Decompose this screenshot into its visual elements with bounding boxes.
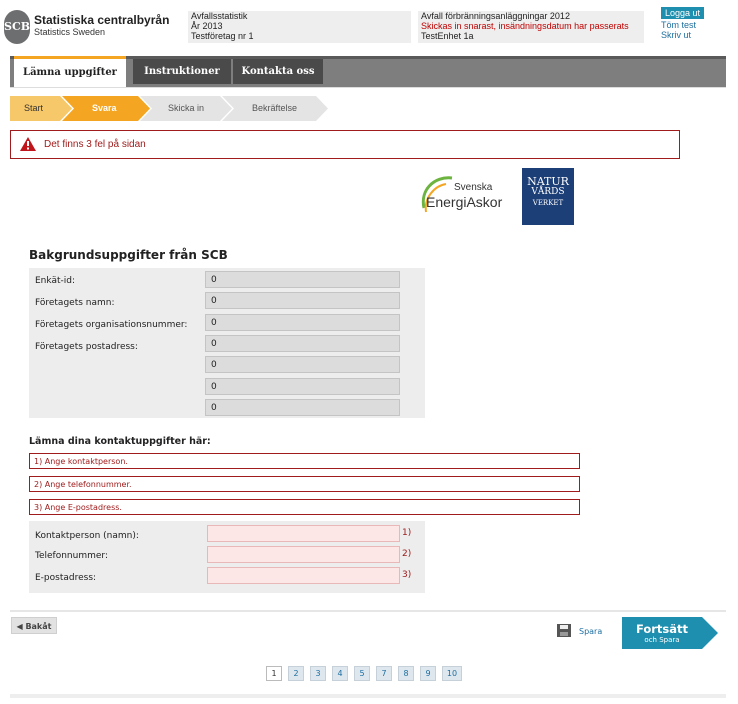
contact-error-3: 3) Ange E-postadress. [29,499,580,515]
page-3[interactable]: 3 [310,666,326,681]
org-number-field: 0 [205,314,400,331]
save-link[interactable]: Spara [579,627,602,636]
energiaskor-line2: EnergiAskor [426,194,503,210]
clear-test-link[interactable]: Töm test [661,20,696,30]
back-button[interactable]: ◀ Bakåt [11,617,57,634]
svenska-energiaskor-logo: Svenska EnergiAskor [420,172,516,220]
footer-divider [10,610,726,612]
naturvardsverket-logo: NATUR VÅRDS VERKET [522,168,574,225]
brand-name: Statistiska centralbyrån [34,13,170,27]
company-name: Testföretag nr 1 [191,31,254,41]
page-8[interactable]: 8 [398,666,414,681]
continue-button[interactable]: Fortsätt och Spara [622,617,718,649]
step-start-label: Start [24,103,44,113]
survey-status: Avfall förbränningsanläggningar 2012 Ski… [418,11,644,43]
step-confirmation-label: Bekräftelse [252,103,298,113]
save-disk-icon[interactable] [557,624,571,637]
address-line2-field: 0 [205,356,400,373]
error-banner-text: Det finns 3 fel på sidan [44,139,146,150]
error-marker-1: 1) [402,528,412,538]
phone-input[interactable] [207,546,400,563]
page-7[interactable]: 7 [376,666,392,681]
contact-person-label: Kontaktperson (namn): [35,531,139,541]
tab-contact[interactable]: Kontakta oss [233,59,323,84]
error-marker-2: 2) [402,549,412,559]
step-send-label: Skicka in [168,103,205,113]
background-title: Bakgrundsuppgifter från SCB [29,248,228,262]
unit-name: TestEnhet 1a [421,31,474,41]
energiaskor-line1: Svenska [454,182,493,193]
phone-label: Telefonnummer: [35,551,108,561]
natur-line2: VÅRDS [531,187,565,197]
survey-title: Avfall förbränningsanläggningar 2012 [421,11,570,21]
print-link[interactable]: Skriv ut [661,30,691,40]
survey-name: Avfallsstatistik [191,11,248,21]
divider [10,87,726,88]
scb-logo: SCB [4,10,30,44]
step-confirmation: Bekräftelse [222,96,328,121]
address-line3-field: 0 [205,378,400,395]
step-answer: Svara [62,96,150,121]
page-2[interactable]: 2 [288,666,304,681]
page-1[interactable]: 1 [266,666,282,681]
address-line1-field: 0 [205,335,400,352]
step-answer-label: Svara [92,103,117,113]
tab-submit-data[interactable]: Lämna uppgifter [14,56,126,87]
logout-button[interactable]: Logga ut [661,7,705,19]
warning-icon [20,137,36,151]
address-line4-field: 0 [205,399,400,416]
page-9[interactable]: 9 [420,666,436,681]
survey-year: År 2013 [191,21,223,31]
page-4[interactable]: 4 [332,666,348,681]
back-label: Bakåt [25,622,52,631]
company-name-label: Företagets namn: [35,298,115,308]
footer-bar [10,694,726,698]
natur-line3: VERKET [532,199,564,207]
page-10[interactable]: 10 [442,666,462,681]
natur-line1: NATUR [527,175,569,188]
error-marker-3: 3) [402,570,412,580]
org-number-label: Företagets organisationsnummer: [35,320,188,330]
postal-address-label: Företagets postadress: [35,342,138,352]
survey-info: Avfallsstatistik År 2013 Testföretag nr … [188,11,411,43]
tab-instructions[interactable]: Instruktioner [133,59,231,84]
brand-subtitle: Statistics Sweden [34,27,106,37]
continue-label: Fortsätt [635,622,689,636]
email-label: E-postadress: [35,573,97,583]
email-input[interactable] [207,567,400,584]
survey-id-field: 0 [205,271,400,288]
step-send: Skicka in [140,96,232,121]
deadline-warning: Skickas in snarast, insändningsdatum har… [421,21,629,31]
contact-error-1: 1) Ange kontaktperson. [29,453,580,469]
page-5[interactable]: 5 [354,666,370,681]
continue-sublabel: och Spara [644,636,680,644]
contact-title: Lämna dina kontaktuppgifter här: [29,436,211,447]
contact-person-input[interactable] [207,525,400,542]
company-name-field: 0 [205,292,400,309]
survey-id-label: Enkät-id: [35,276,75,286]
contact-error-2: 2) Ange telefonnummer. [29,476,580,492]
